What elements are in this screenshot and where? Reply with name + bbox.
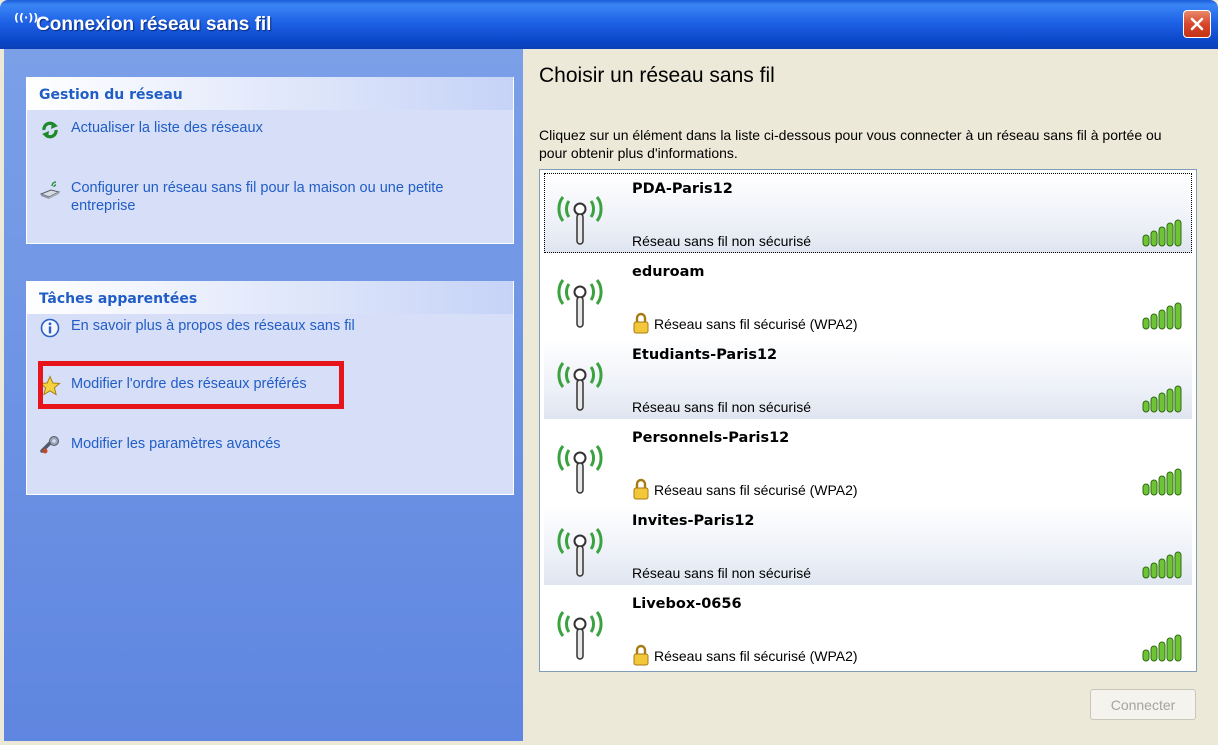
wireless-setup-icon bbox=[39, 179, 61, 201]
network-security-status: Réseau sans fil non sécurisé bbox=[632, 565, 811, 581]
connect-button[interactable]: Connecter bbox=[1090, 689, 1196, 720]
network-item[interactable]: PDA-Paris12 Réseau sans fil non sécurisé bbox=[544, 173, 1192, 253]
panel-header: Gestion du réseau bbox=[27, 77, 513, 110]
lock-icon bbox=[633, 478, 649, 500]
network-security-status: Réseau sans fil sécurisé (WPA2) bbox=[654, 316, 858, 332]
learn-about-wireless-link[interactable]: En savoir plus à propos des réseaux sans… bbox=[39, 317, 355, 339]
lock-icon bbox=[633, 312, 649, 334]
setup-wireless-network-link[interactable]: Configurer un réseau sans fil pour la ma… bbox=[39, 179, 499, 215]
wireless-antenna-icon bbox=[557, 196, 603, 245]
network-item[interactable]: Invites-Paris12 Réseau sans fil non sécu… bbox=[544, 505, 1192, 585]
wireless-antenna-icon bbox=[557, 279, 603, 328]
refresh-network-list-link[interactable]: Actualiser la liste des réseaux bbox=[39, 119, 263, 141]
refresh-icon bbox=[39, 119, 61, 141]
network-name: Etudiants-Paris12 bbox=[632, 347, 778, 363]
signal-strength-icon bbox=[1142, 468, 1182, 496]
lock-icon bbox=[633, 644, 649, 666]
network-security-status: Réseau sans fil sécurisé (WPA2) bbox=[654, 482, 858, 498]
page-description: Cliquez sur un élément dans la liste ci-… bbox=[539, 127, 1162, 161]
network-tasks-heading: Gestion du réseau bbox=[39, 87, 183, 103]
close-button[interactable] bbox=[1183, 10, 1211, 38]
network-item[interactable]: Etudiants-Paris12 Réseau sans fil non sé… bbox=[544, 339, 1192, 419]
network-name: PDA-Paris12 bbox=[632, 181, 733, 197]
page-title: Choisir un réseau sans fil bbox=[539, 64, 775, 87]
refresh-network-list-label: Actualiser la liste des réseaux bbox=[71, 120, 263, 136]
highlight-box bbox=[38, 361, 344, 409]
network-security-status: Réseau sans fil sécurisé (WPA2) bbox=[654, 648, 858, 664]
network-item[interactable]: Livebox-0656 Réseau sans fil sécurisé (W… bbox=[544, 588, 1192, 668]
network-name: eduroam bbox=[632, 264, 705, 280]
learn-about-wireless-label: En savoir plus à propos des réseaux sans… bbox=[71, 318, 355, 334]
wireless-connection-window: ((·)) Connexion réseau sans fil Gestion … bbox=[0, 0, 1218, 745]
wireless-title-icon: ((·)) bbox=[14, 11, 39, 24]
signal-strength-icon bbox=[1142, 385, 1182, 413]
network-item[interactable]: Personnels-Paris12 Réseau sans fil sécur… bbox=[544, 422, 1192, 502]
network-security-status: Réseau sans fil non sécurisé bbox=[632, 233, 811, 249]
window-title: Connexion réseau sans fil bbox=[36, 14, 272, 35]
signal-strength-icon bbox=[1142, 634, 1182, 662]
setup-wireless-network-label: Configurer un réseau sans fil pour la ma… bbox=[71, 180, 444, 214]
network-name: Invites-Paris12 bbox=[632, 513, 755, 529]
network-name: Personnels-Paris12 bbox=[632, 430, 790, 446]
network-name: Livebox-0656 bbox=[632, 596, 742, 612]
signal-strength-icon bbox=[1142, 551, 1182, 579]
change-advanced-settings-link[interactable]: Modifier les paramètres avancés bbox=[39, 435, 281, 457]
title-bar[interactable]: ((·)) Connexion réseau sans fil bbox=[0, 0, 1218, 49]
wireless-antenna-icon bbox=[557, 611, 603, 660]
network-item[interactable]: eduroam Réseau sans fil sécurisé (WPA2) bbox=[544, 256, 1192, 336]
wireless-antenna-icon bbox=[557, 445, 603, 494]
panel-header: Tâches apparentées bbox=[27, 281, 513, 314]
related-tasks-heading: Tâches apparentées bbox=[39, 291, 198, 307]
network-tasks-panel: Gestion du réseau Actualiser la liste de… bbox=[26, 77, 514, 244]
signal-strength-icon bbox=[1142, 219, 1182, 247]
wireless-antenna-icon bbox=[557, 362, 603, 411]
close-icon bbox=[1190, 17, 1204, 31]
settings-icon bbox=[39, 435, 61, 457]
network-list[interactable]: PDA-Paris12 Réseau sans fil non sécurisé… bbox=[539, 169, 1197, 672]
signal-strength-icon bbox=[1142, 302, 1182, 330]
wireless-antenna-icon bbox=[557, 528, 603, 577]
network-security-status: Réseau sans fil non sécurisé bbox=[632, 399, 811, 415]
change-advanced-settings-label: Modifier les paramètres avancés bbox=[71, 436, 281, 452]
info-icon bbox=[39, 317, 61, 339]
